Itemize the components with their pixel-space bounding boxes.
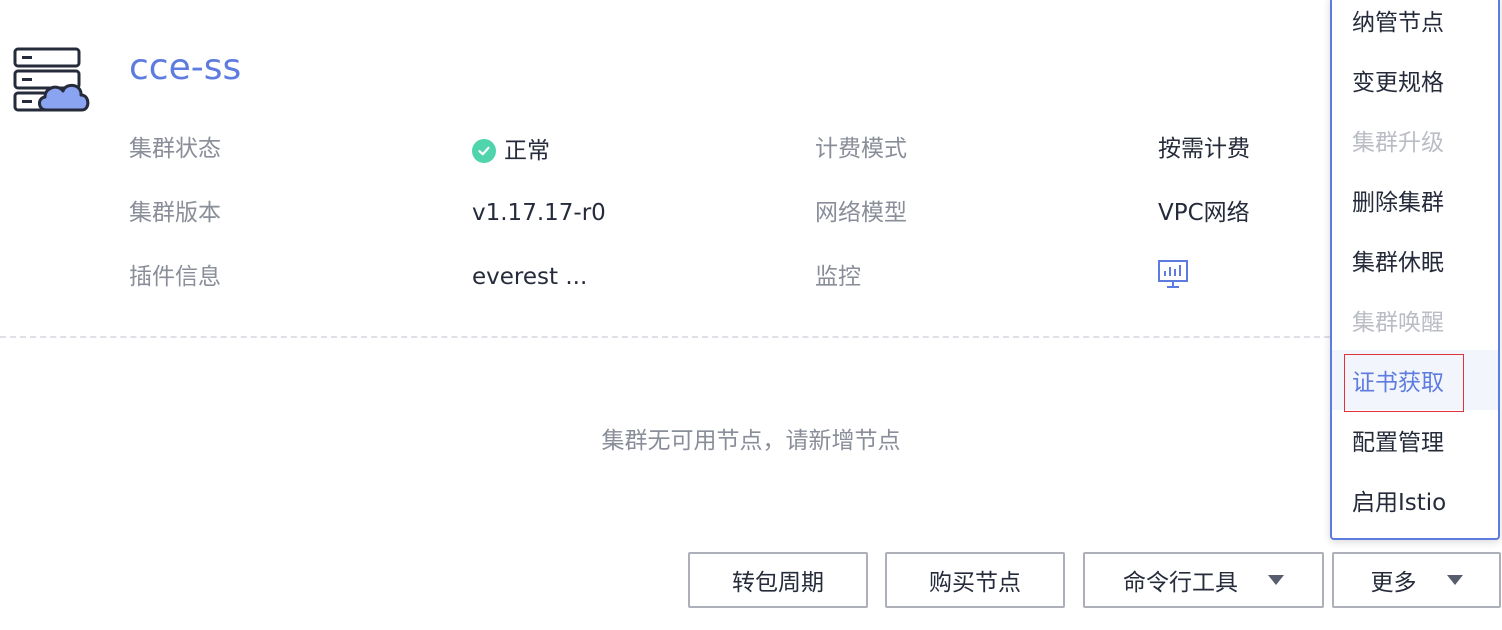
monitor-chart-icon[interactable]	[1157, 258, 1189, 290]
network-value: VPC网络	[1158, 200, 1250, 226]
menu-item-hibernate-cluster[interactable]: 集群休眠	[1332, 230, 1498, 290]
menu-item-config-management[interactable]: 配置管理	[1332, 410, 1498, 470]
menu-item-get-certificate[interactable]: 证书获取	[1332, 350, 1498, 410]
addon-label: 插件信息	[129, 264, 221, 290]
menu-item-label: 证书获取	[1352, 370, 1444, 396]
monitor-label: 监控	[815, 264, 861, 290]
status-label: 集群状态	[129, 136, 221, 162]
buy-node-button-label: 购买节点	[929, 570, 1021, 596]
empty-nodes-hint: 集群无可用节点，请新增节点	[601, 428, 901, 454]
menu-item-delete-cluster[interactable]: 删除集群	[1332, 170, 1498, 230]
menu-item-label: 集群唤醒	[1352, 310, 1444, 336]
menu-item-upgrade-cluster: 集群升级	[1332, 110, 1498, 170]
status-value: 正常	[472, 135, 550, 167]
addon-value[interactable]: everest ...	[472, 261, 587, 293]
menu-item-label: 配置管理	[1352, 430, 1444, 456]
menu-item-label: 集群休眠	[1352, 250, 1444, 276]
cluster-name[interactable]: cce-ss	[129, 44, 241, 92]
check-circle-icon	[472, 139, 496, 163]
menu-item-label: 变更规格	[1352, 70, 1444, 96]
menu-item-manage-nodes[interactable]: 纳管节点	[1332, 0, 1498, 50]
buy-node-button[interactable]: 购买节点	[885, 552, 1065, 608]
more-dropdown-menu: 纳管节点 变更规格 集群升级 删除集群 集群休眠 集群唤醒 证书获取 配置管理 …	[1330, 0, 1500, 540]
menu-item-wake-cluster: 集群唤醒	[1332, 290, 1498, 350]
cli-tools-button-label: 命令行工具	[1123, 570, 1238, 596]
more-button[interactable]: 更多	[1332, 552, 1501, 608]
version-label: 集群版本	[129, 200, 221, 226]
menu-item-enable-istio[interactable]: 启用Istio	[1332, 470, 1498, 530]
more-button-label: 更多	[1370, 570, 1417, 596]
menu-item-label: 纳管节点	[1352, 10, 1444, 36]
billing-label: 计费模式	[815, 136, 907, 162]
cloud-server-icon	[13, 47, 90, 112]
menu-item-change-spec[interactable]: 变更规格	[1332, 50, 1498, 110]
menu-item-label: 启用Istio	[1352, 490, 1447, 516]
network-label: 网络模型	[815, 200, 907, 226]
renew-button-label: 转包周期	[732, 570, 824, 596]
billing-value: 按需计费	[1158, 136, 1250, 162]
caret-down-icon	[1446, 575, 1463, 585]
menu-item-label: 删除集群	[1352, 190, 1444, 216]
status-text: 正常	[504, 138, 550, 164]
divider	[0, 336, 1340, 338]
caret-down-icon	[1268, 575, 1284, 585]
menu-item-label: 集群升级	[1352, 130, 1444, 156]
version-value: v1.17.17-r0	[472, 200, 606, 226]
cli-tools-button[interactable]: 命令行工具	[1083, 552, 1324, 608]
renew-button[interactable]: 转包周期	[688, 552, 868, 608]
